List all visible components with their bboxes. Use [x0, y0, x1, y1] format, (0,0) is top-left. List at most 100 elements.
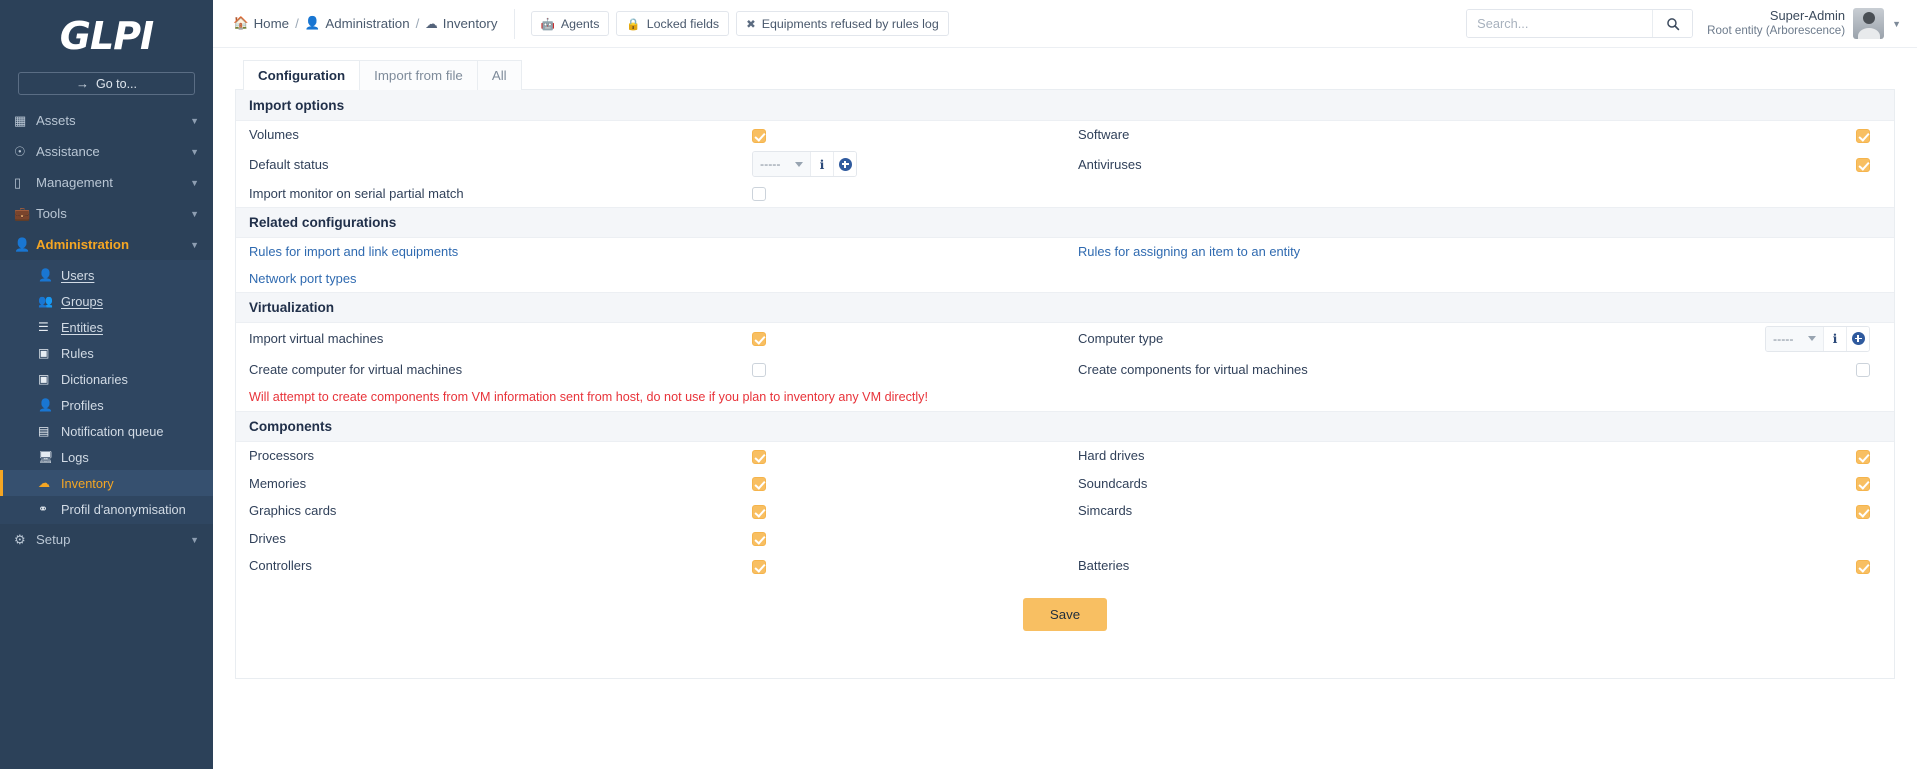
field-label: Controllers — [249, 558, 312, 574]
layers-icon: ☰ — [38, 320, 49, 334]
field-label: Create computer for virtual machines — [249, 362, 463, 377]
volumes-checkbox[interactable] — [752, 128, 766, 143]
computer-type-info-button[interactable]: i — [1823, 326, 1846, 351]
sidebar-item-management[interactable]: ▯ Management ▼ — [0, 167, 213, 198]
user-menu[interactable]: Super-Admin Root entity (Arborescence) ▼ — [1707, 8, 1907, 39]
controllers-checkbox[interactable] — [752, 559, 766, 574]
field-soundcards: Soundcards — [1065, 470, 1894, 498]
batteries-checkbox[interactable] — [1856, 559, 1870, 574]
agents-button[interactable]: 🤖 Agents — [530, 11, 610, 36]
import-options-right-spacer — [1065, 180, 1894, 208]
sidebar-item-label: Notification queue — [61, 423, 164, 439]
import-monitor-serial-checkbox[interactable] — [752, 187, 766, 202]
sidebar-item-label: Profiles — [61, 397, 104, 413]
search-button[interactable] — [1652, 10, 1693, 37]
breadcrumb: 🏠 Home / 👤 Administration / ☁ Inventory — [233, 16, 514, 31]
sidebar-item-inventory[interactable]: ☁ Inventory — [0, 470, 213, 496]
breadcrumb-item-home[interactable]: 🏠 Home — [233, 16, 289, 31]
arrow-right-icon: → — [76, 76, 89, 91]
software-checkbox[interactable] — [1856, 128, 1870, 143]
memories-checkbox[interactable] — [752, 477, 766, 492]
user-info: Super-Admin Root entity (Arborescence) — [1707, 8, 1845, 39]
import-virtual-machines-checkbox[interactable] — [752, 332, 766, 347]
breadcrumb-separator: / — [295, 16, 299, 31]
user-icon: 👤 — [38, 268, 53, 282]
computer-type-dropdown-group: ----- i — [1765, 325, 1870, 352]
sidebar-item-administration[interactable]: 👤 Administration ▼ — [0, 229, 213, 260]
link-network-port-types[interactable]: Network port types — [249, 271, 356, 286]
content-area: Configuration Import from file All Impor… — [213, 48, 1917, 769]
breadcrumb-separator: / — [415, 16, 420, 31]
sidebar-item-label: Inventory — [61, 475, 114, 491]
field-processors: Processors — [236, 442, 1065, 470]
create-components-for-vm-checkbox[interactable] — [1856, 363, 1870, 378]
sidebar-item-label: Groups — [61, 293, 103, 309]
sidebar-item-label: Rules — [61, 345, 94, 361]
hard-drives-checkbox[interactable] — [1856, 449, 1870, 464]
related-configurations-left-column: Rules for import and link equipments Net… — [236, 238, 1065, 292]
sidebar-item-notification-queue[interactable]: ▤ Notification queue — [0, 418, 213, 444]
tab-import-from-file[interactable]: Import from file — [359, 60, 477, 90]
goto-button[interactable]: → Go to... — [18, 72, 195, 95]
graphics-cards-checkbox[interactable] — [752, 504, 766, 519]
default-status-select[interactable]: ----- — [753, 152, 810, 176]
search-input[interactable] — [1467, 10, 1653, 37]
chevron-down-icon: ▼ — [190, 208, 199, 219]
link-rules-import-link-equipments[interactable]: Rules for import and link equipments — [249, 244, 458, 259]
drives-checkbox[interactable] — [752, 532, 766, 547]
chevron-down-icon: ▼ — [190, 177, 199, 188]
tab-all[interactable]: All — [476, 60, 522, 90]
virtualization-warning-text: Will attempt to create components from V… — [249, 390, 928, 404]
field-label: Import monitor on serial partial match — [249, 185, 464, 201]
group-icon: 👥 — [38, 294, 53, 308]
sidebar-item-label: Administration — [36, 237, 130, 252]
computer-type-add-button[interactable] — [1846, 326, 1869, 351]
list-icon: ▤ — [38, 424, 50, 438]
section-header-virtualization: Virtualization — [236, 292, 1894, 323]
soundcards-checkbox[interactable] — [1856, 477, 1870, 492]
default-status-value: ----- — [760, 157, 781, 171]
sidebar-item-groups[interactable]: 👥 Groups — [0, 288, 213, 314]
chevron-down-icon: ▼ — [190, 115, 199, 126]
field-import-virtual-machines: Import virtual machines — [236, 323, 1065, 354]
administration-icon: 👤 — [304, 16, 321, 30]
save-button[interactable]: Save — [1022, 597, 1108, 631]
sidebar-item-profiles[interactable]: 👤 Profiles — [0, 392, 213, 418]
sidebar-item-setup[interactable]: ⚙ Setup ▼ — [0, 524, 213, 555]
field-software: Software — [1065, 121, 1894, 149]
sidebar: GLPI → Go to... ▦ Assets ▼ ☉ Assistance … — [0, 0, 213, 769]
virtualization-left-column: Import virtual machines Create computer … — [236, 323, 1065, 385]
sidebar-item-assets[interactable]: ▦ Assets ▼ — [0, 105, 213, 136]
equipments-refused-button[interactable]: ✖ Equipments refused by rules log — [736, 11, 949, 36]
link-rules-assigning-item-entity[interactable]: Rules for assigning an item to an entity — [1078, 244, 1300, 259]
field-label: Simcards — [1078, 503, 1133, 519]
app-logo[interactable]: GLPI — [0, 0, 213, 68]
sidebar-item-dictionaries[interactable]: ▣ Dictionaries — [0, 366, 213, 392]
components-right-spacer — [1065, 525, 1894, 553]
tab-label: All — [491, 68, 507, 83]
simcards-checkbox[interactable] — [1856, 504, 1870, 519]
sidebar-item-logs[interactable]: 🖥 Logs — [0, 444, 213, 470]
chevron-down-icon: ▼ — [1892, 18, 1901, 29]
tab-configuration[interactable]: Configuration — [243, 60, 360, 90]
breadcrumb-item-administration[interactable]: 👤 Administration — [305, 16, 410, 31]
field-label: Batteries — [1078, 558, 1130, 574]
sidebar-item-profil-anonymisation[interactable]: ⚭ Profil d'anonymisation — [0, 496, 213, 522]
locked-fields-button[interactable]: 🔒 Locked fields — [616, 11, 730, 36]
user-entity: Root entity (Arborescence) — [1707, 24, 1846, 38]
sidebar-item-label: Tools — [36, 206, 67, 221]
sidebar-item-users[interactable]: 👤 Users — [0, 262, 213, 288]
field-controllers: Controllers — [236, 552, 1065, 580]
default-status-info-button[interactable]: i — [810, 152, 833, 176]
processors-checkbox[interactable] — [752, 449, 766, 464]
administration-submenu: 👤 Users 👥 Groups ☰ Entities ▣ Rules ▣ Di… — [0, 260, 213, 524]
default-status-add-button[interactable] — [833, 152, 856, 176]
breadcrumb-item-inventory[interactable]: ☁ Inventory — [425, 16, 497, 31]
sidebar-item-assistance[interactable]: ☉ Assistance ▼ — [0, 136, 213, 167]
sidebar-item-tools[interactable]: 💼 Tools ▼ — [0, 198, 213, 229]
create-computer-for-vm-checkbox[interactable] — [752, 363, 766, 378]
computer-type-select[interactable]: ----- — [1766, 326, 1823, 351]
antiviruses-checkbox[interactable] — [1856, 157, 1870, 172]
sidebar-item-entities[interactable]: ☰ Entities — [0, 314, 213, 340]
sidebar-item-rules[interactable]: ▣ Rules — [0, 340, 213, 366]
